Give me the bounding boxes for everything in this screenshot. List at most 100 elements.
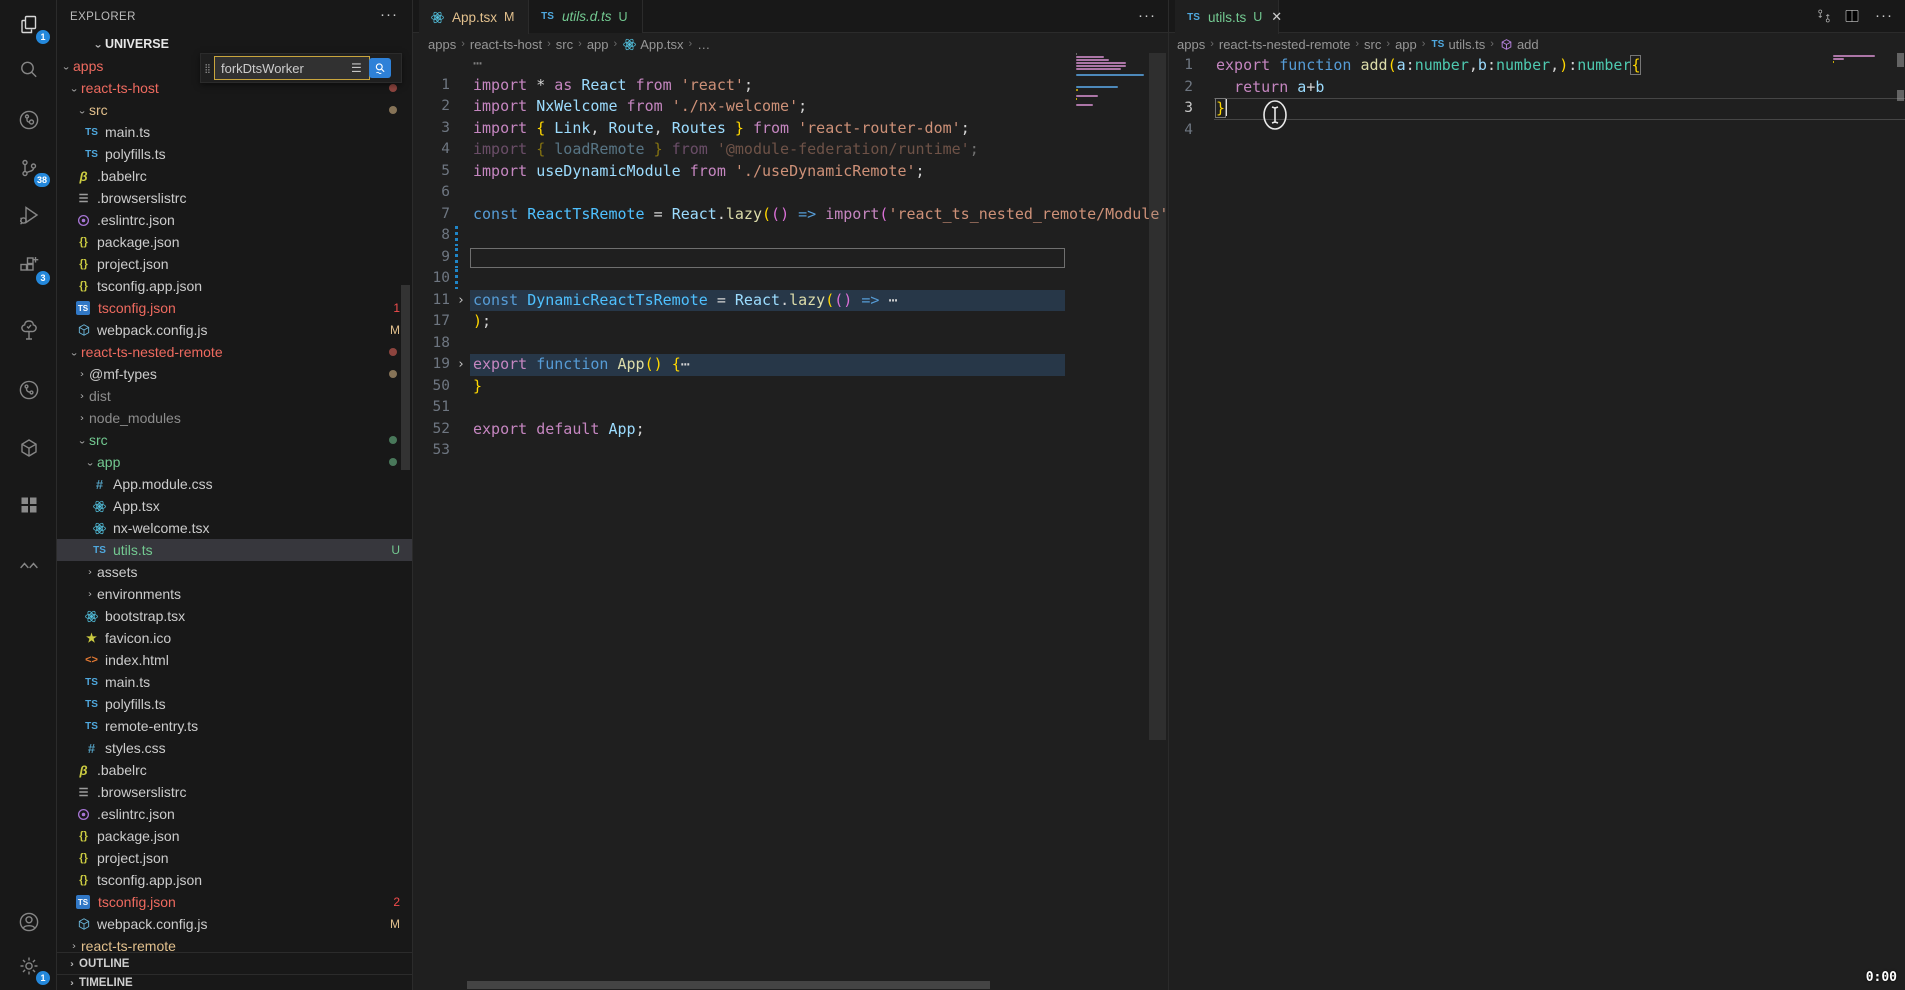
outline-section-header[interactable]: ›OUTLINE xyxy=(57,952,413,974)
activitybar-search[interactable] xyxy=(0,48,57,92)
tree-item-nx-welcome-tsx[interactable]: nx-welcome.tsx xyxy=(57,517,413,539)
tree-item-tsconfig-app-json[interactable]: {}tsconfig.app.json xyxy=(57,275,413,297)
activitybar-source-control[interactable]: 38 xyxy=(0,146,57,190)
breadcrumb-item-apps[interactable]: apps xyxy=(1177,37,1205,52)
tree-item-webpack-config-js[interactable]: webpack.config.jsM xyxy=(57,319,413,341)
tree-filter-input[interactable] xyxy=(214,56,370,80)
tab-app-tsx[interactable]: App.tsxM xyxy=(419,0,529,34)
project-json-icon: {} xyxy=(75,256,92,273)
editor-actions-more-button[interactable]: ··· xyxy=(1875,7,1893,24)
-babelrc-icon: β xyxy=(75,762,92,779)
activitybar-commit-graph-tool[interactable] xyxy=(0,368,57,412)
-browserslistrc-icon: ☰ xyxy=(75,190,92,207)
explorer-actions-button[interactable]: ··· xyxy=(380,6,398,23)
breadcrumb-item--[interactable]: … xyxy=(697,37,710,52)
tree-item-react-ts-nested-remote[interactable]: ⌄react-ts-nested-remote xyxy=(57,341,413,363)
tab-close-icon[interactable]: ✕ xyxy=(1271,9,1282,25)
activitybar-settings[interactable]: 1 xyxy=(0,944,57,988)
tree-item-environments[interactable]: ›environments xyxy=(57,583,413,605)
tree-item-package-json[interactable]: {}package.json xyxy=(57,231,413,253)
tree-item-project-json[interactable]: {}project.json xyxy=(57,253,413,275)
activitybar-tree-tool[interactable] xyxy=(0,308,57,352)
tree-item-tsconfig-app-json[interactable]: {}tsconfig.app.json xyxy=(57,869,413,891)
tree-item-bootstrap-tsx[interactable]: bootstrap.tsx xyxy=(57,605,413,627)
fuzzy-search-toggle[interactable] xyxy=(369,58,391,78)
breadcrumb-item-app[interactable]: app xyxy=(587,37,609,52)
tree-item-utils-ts[interactable]: TSutils.tsU xyxy=(57,539,413,561)
activitybar-extensions[interactable]: 3 xyxy=(0,244,57,288)
breadcrumb-item-add[interactable]: add xyxy=(1499,37,1539,52)
tree-item--eslintrc-json[interactable]: .eslintrc.json xyxy=(57,803,413,825)
tree-item-node-modules[interactable]: ›node_modules xyxy=(57,407,413,429)
line-number: 4 xyxy=(413,139,450,161)
tree-item-dist[interactable]: ›dist xyxy=(57,385,413,407)
tree-item--browserslistrc[interactable]: ☰.browserslistrc xyxy=(57,781,413,803)
activitybar-redhat-tool[interactable] xyxy=(0,543,57,587)
vertical-scrollbar[interactable] xyxy=(1149,53,1166,740)
breadcrumb-item-react-ts-host[interactable]: react-ts-host xyxy=(470,37,542,52)
tree-item--babelrc[interactable]: β.babelrc xyxy=(57,759,413,781)
horizontal-scrollbar[interactable] xyxy=(467,981,990,989)
breadcrumb-item-app[interactable]: app xyxy=(1395,37,1417,52)
tree-item-index-html[interactable]: <>index.html xyxy=(57,649,413,671)
tree-item-assets[interactable]: ›assets xyxy=(57,561,413,583)
activitybar-nx-console[interactable] xyxy=(0,426,57,470)
timeline-section-header[interactable]: ›TIMELINE xyxy=(57,974,413,990)
tree-item--babelrc[interactable]: β.babelrc xyxy=(57,165,413,187)
tree-item-polyfills-ts[interactable]: TSpolyfills.ts xyxy=(57,143,413,165)
tab-utils-d-ts[interactable]: TSutils.d.tsU xyxy=(529,0,643,33)
tree-item-src[interactable]: ⌄src xyxy=(57,429,413,451)
tree-item--eslintrc-json[interactable]: .eslintrc.json xyxy=(57,209,413,231)
git-status-dot xyxy=(389,436,397,444)
tree-item-remote-entry-ts[interactable]: TSremote-entry.ts xyxy=(57,715,413,737)
breadcrumb-item-app-tsx[interactable]: App.tsx xyxy=(622,37,683,52)
activitybar-run-and-debug[interactable] xyxy=(0,193,57,237)
tab-git-status: M xyxy=(504,10,514,24)
tree-item-src[interactable]: ⌄src xyxy=(57,99,413,121)
header-split-editor-icon[interactable] xyxy=(1843,7,1861,30)
activitybar-pipeline-tool[interactable] xyxy=(0,98,57,142)
workspace-section-header[interactable]: ⌄ UNIVERSE xyxy=(57,33,412,55)
chevron-down-icon: ⌄ xyxy=(83,457,97,467)
tree-item-tsconfig-json[interactable]: TStsconfig.json1 xyxy=(57,297,413,319)
tree-item-favicon-ico[interactable]: ★favicon.ico xyxy=(57,627,413,649)
activitybar-explorer[interactable]: 1 xyxy=(0,3,57,47)
tree-item--mf-types[interactable]: ›@mf-types xyxy=(57,363,413,385)
tree-item-polyfills-ts[interactable]: TSpolyfills.ts xyxy=(57,693,413,715)
utils-ts-icon: TS xyxy=(91,542,108,559)
minimap[interactable] xyxy=(1070,53,1148,353)
tree-item-package-json[interactable]: {}package.json xyxy=(57,825,413,847)
tree-item-label: react-ts-nested-remote xyxy=(81,344,223,360)
package-json-icon: {} xyxy=(75,828,92,845)
minimap[interactable] xyxy=(1827,55,1881,355)
tree-item-app[interactable]: ⌄app xyxy=(57,451,413,473)
editor-actions-more-button[interactable]: ··· xyxy=(1138,7,1156,24)
tree-item-app-tsx[interactable]: App.tsx xyxy=(57,495,413,517)
tree-item-tsconfig-json[interactable]: TStsconfig.json2 xyxy=(57,891,413,913)
tab-utils-ts[interactable]: TSutils.tsU✕ xyxy=(1175,0,1279,34)
tree-item-styles-css[interactable]: #styles.css xyxy=(57,737,413,759)
drag-grip-icon[interactable]: ⣿ xyxy=(201,66,214,70)
tree-item-main-ts[interactable]: TSmain.ts xyxy=(57,121,413,143)
breadcrumb-item-apps[interactable]: apps xyxy=(428,37,456,52)
breadcrumb-separator-icon: › xyxy=(614,38,618,50)
tree-item-main-ts[interactable]: TSmain.ts xyxy=(57,671,413,693)
tree-item-webpack-config-js[interactable]: webpack.config.jsM xyxy=(57,913,413,935)
activitybar-grid-tool[interactable] xyxy=(0,483,57,527)
tree-item-app-module-css[interactable]: #App.module.css xyxy=(57,473,413,495)
header-open-changes-icon[interactable] xyxy=(1815,7,1833,30)
activitybar-accounts[interactable] xyxy=(0,900,57,944)
breadcrumb-item-utils-ts[interactable]: TSutils.ts xyxy=(1430,37,1485,52)
breadcrumb-item-src[interactable]: src xyxy=(556,37,573,52)
fold-chevron-icon[interactable]: › xyxy=(457,354,465,376)
breadcrumb-item-src[interactable]: src xyxy=(1364,37,1381,52)
breadcrumb: apps›react-ts-nested-remote›src›app›TSut… xyxy=(1169,34,1539,54)
tab-file-icon: TS xyxy=(1185,9,1202,26)
breadcrumb-item-react-ts-nested-remote[interactable]: react-ts-nested-remote xyxy=(1219,37,1351,52)
fold-chevron-icon[interactable]: › xyxy=(457,290,465,312)
tree-item-project-json[interactable]: {}project.json xyxy=(57,847,413,869)
filter-icon[interactable]: ☰ xyxy=(351,61,362,75)
code-area[interactable]: ⋯1import * as React from 'react';2import… xyxy=(413,53,1168,462)
tree-item--browserslistrc[interactable]: ☰.browserslistrc xyxy=(57,187,413,209)
sidebar-scrollbar[interactable] xyxy=(401,285,410,470)
